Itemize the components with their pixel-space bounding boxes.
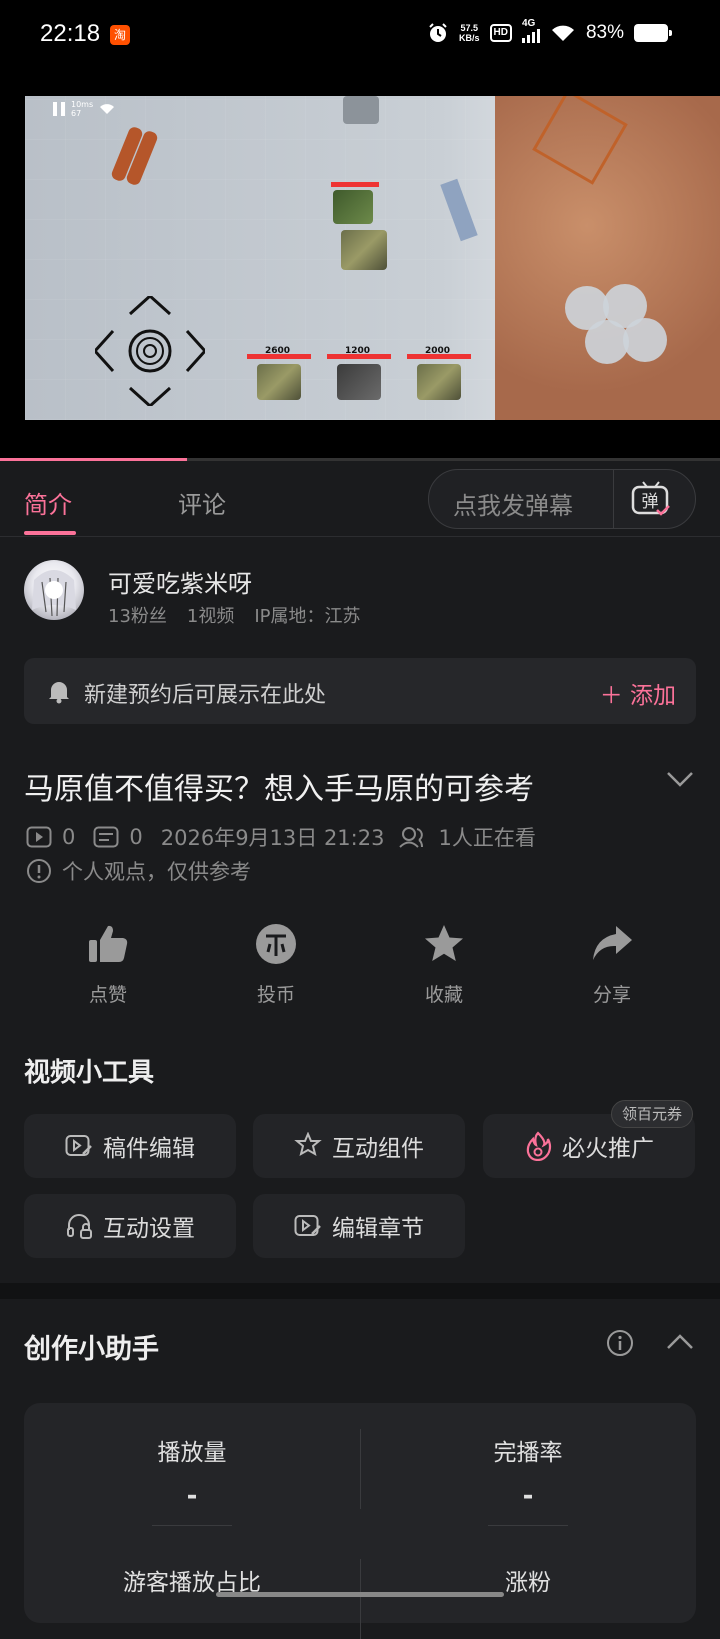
player-tank [341, 230, 387, 270]
joystick-arrows-icon [92, 293, 208, 409]
puzzle-star-icon [294, 1132, 322, 1157]
info-warning-icon [27, 859, 51, 883]
video-edit-icon [65, 1135, 92, 1156]
video-frame[interactable]: 10ms 67 2600 1200 2000 [25, 96, 720, 420]
video-player[interactable]: 10ms 67 2600 1200 2000 [0, 72, 720, 460]
unit-hp-value: 1200 [345, 346, 371, 356]
favorite-button[interactable]: 收藏 [384, 922, 504, 1007]
danmaku-divider [613, 470, 614, 528]
creation-helper-section: 创作小助手 播放量 - 完播率 - 游客播放占比 涨粉 [0, 1299, 720, 1639]
tab-active-indicator [24, 531, 76, 535]
info-icon[interactable] [606, 1329, 634, 1357]
home-indicator [216, 1592, 504, 1597]
scene-shield [440, 178, 478, 242]
game-wifi-icon [100, 104, 115, 114]
tab-intro[interactable]: 简介 [24, 485, 72, 520]
tab-comments[interactable]: 评论 [178, 485, 226, 520]
chevron-up-icon[interactable] [666, 1333, 694, 1351]
scene-disc [623, 318, 667, 362]
author-meta: 13粉丝 1视频 IP属地：江苏 [108, 602, 361, 628]
like-button[interactable]: 点赞 [48, 922, 168, 1007]
helper-title: 创作小助手 [24, 1334, 159, 1365]
metric-plays: 播放量 - [24, 1433, 360, 1526]
metric-completion-rate: 完播率 - [360, 1433, 696, 1526]
scene-enemy-tank [333, 190, 373, 224]
play-count-icon [26, 826, 52, 848]
headset-lock-icon [67, 1214, 92, 1239]
section-divider [0, 1283, 720, 1299]
wifi-icon [551, 25, 574, 41]
danmaku-count-icon [93, 826, 119, 848]
action-bar: 点赞 投币 收藏 分享 [0, 922, 720, 1012]
watching-count: 1人正在看 [438, 826, 536, 850]
unit-tank [417, 364, 461, 400]
author-name[interactable]: 可爱吃紫米呀 [108, 564, 252, 599]
unit-hp-value: 2600 [265, 346, 291, 356]
viewers-icon [399, 827, 424, 848]
tool-interactive-widget[interactable]: 互动组件 [253, 1114, 465, 1178]
tool-promotion[interactable]: 必火推广 领百元券 [483, 1100, 695, 1178]
thumbs-up-icon [89, 925, 128, 962]
reservation-banner: 新建预约后可展示在此处 ＋ 添加 [24, 658, 696, 724]
coin-icon [256, 924, 296, 964]
status-bar: 22:18 淘 57.5 KB/s HD 4G 83% [0, 0, 720, 72]
avatar-anime-girl-icon [32, 570, 76, 617]
content-tabs: 简介 评论 点我发弹幕 弹 [0, 461, 720, 537]
unit-hp-value: 2000 [425, 346, 451, 356]
flame-icon [526, 1131, 552, 1161]
tool-edit-submission[interactable]: 稿件编辑 [24, 1114, 236, 1178]
avatar[interactable] [24, 560, 84, 620]
unit-tank [337, 364, 381, 400]
like-label: 点赞 [88, 984, 127, 1006]
share-button[interactable]: 分享 [552, 922, 672, 1007]
disclaimer: 个人观点，仅供参考 [26, 856, 251, 886]
star-icon [425, 925, 463, 961]
danmaku-count: 0 [129, 825, 143, 849]
danmaku-tv-icon: 弹 [631, 481, 670, 516]
author-fans: 13粉丝 [108, 606, 167, 627]
coin-label: 投币 [256, 984, 295, 1006]
chevron-down-icon[interactable] [666, 770, 694, 788]
svg-text:弹: 弹 [642, 492, 659, 512]
scene-enemy-tank [343, 96, 379, 124]
add-reservation-button[interactable]: ＋ 添加 [600, 676, 676, 710]
game-pause-icon [53, 102, 65, 116]
cell-signal-icon: 4G [521, 18, 540, 43]
alarm-icon [429, 23, 447, 42]
tool-edit-chapters[interactable]: 编辑章节 [253, 1194, 465, 1258]
taobao-notification-icon: 淘 [110, 25, 130, 45]
reservation-text: 新建预约后可展示在此处 [84, 683, 327, 708]
share-label: 分享 [592, 984, 631, 1006]
game-hud: 10ms 67 [53, 100, 115, 118]
author-ip: IP属地：江苏 [254, 606, 361, 627]
author-videos: 1视频 [186, 606, 235, 627]
coupon-badge: 领百元券 [610, 1100, 693, 1128]
hd-icon: HD [489, 24, 512, 42]
danmaku-toggle-button[interactable]: 弹 [631, 480, 671, 518]
disclaimer-text: 个人观点，仅供参考 [62, 860, 251, 884]
danmaku-input[interactable]: 点我发弹幕 [453, 486, 573, 521]
helper-metrics-card: 播放量 - 完播率 - 游客播放占比 涨粉 [24, 1403, 696, 1639]
unit-tank [257, 364, 301, 400]
network-speed: 57.5 KB/s [459, 23, 480, 43]
tool-interactive-settings[interactable]: 互动设置 [24, 1194, 236, 1258]
joystick-control[interactable] [92, 293, 208, 409]
video-edit-icon [294, 1215, 321, 1236]
share-arrow-icon [593, 926, 632, 960]
battery-icon [634, 24, 672, 42]
favorite-label: 收藏 [424, 984, 463, 1006]
tools-section-title: 视频小工具 [24, 1058, 155, 1088]
publish-date: 2026年9月13日 21:23 [160, 826, 385, 850]
video-title: 马原值不值得买？想入手马原的可参考 [24, 772, 534, 807]
danmaku-bar: 点我发弹幕 弹 [428, 469, 696, 529]
battery-percent: 83% [585, 22, 624, 43]
enemy-hp-bar [331, 182, 379, 187]
video-stats: 0 0 2026年9月13日 21:23 1人正在看 [26, 822, 536, 852]
bell-icon [49, 682, 69, 704]
coin-button[interactable]: 投币 [216, 922, 336, 1007]
play-count: 0 [62, 825, 76, 849]
status-time: 22:18 [40, 20, 101, 47]
